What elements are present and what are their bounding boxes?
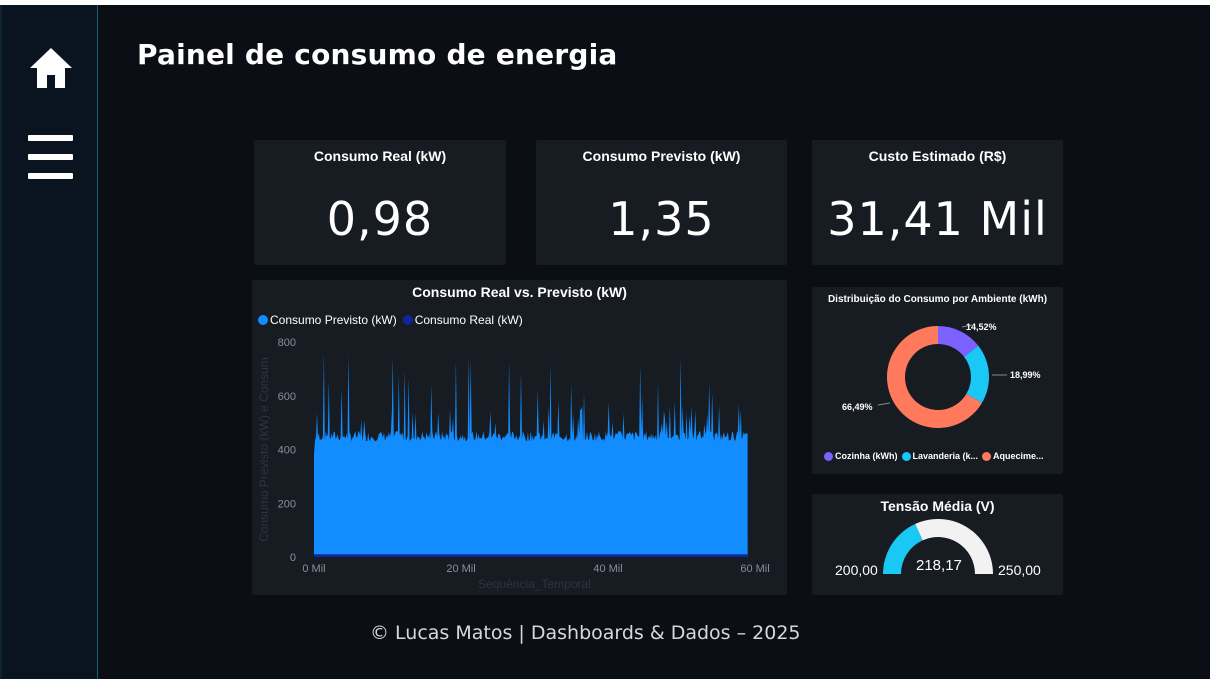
y-tick-label: 0 (290, 552, 296, 564)
legend-dot-aquecimento (982, 451, 992, 461)
slice-label-cozinha: 14,52% (966, 322, 997, 332)
slice-label-lavanderia: 18,99% (1010, 370, 1041, 380)
legend-label: Cozinha (kWh) (835, 451, 898, 461)
kpi-title: Custo Estimado (R$) (868, 148, 1007, 164)
gauge-card[interactable]: Tensão Média (V) 200,00 218,17 250,00 (812, 494, 1063, 595)
legend-item-cozinha[interactable]: Cozinha (kWh) (824, 451, 898, 461)
y-tick-label: 800 (278, 337, 296, 349)
area-chart: 0 200 400 600 800 0 Mil 20 Mil 40 Mil 60 Mil Sequ… (257, 337, 770, 591)
x-tick-label: 0 Mil (302, 563, 325, 575)
y-axis-title: Consumo Previsto (kW) e Consum (257, 357, 271, 542)
sidebar (0, 5, 98, 679)
kpi-card-consumo-real[interactable]: Consumo Real (kW) 0,98 (254, 140, 506, 265)
page-title: Painel de consumo de energia (137, 38, 618, 71)
top-border (0, 0, 1210, 5)
kpi-value: 1,35 (608, 192, 715, 246)
series-consumo-previsto (314, 351, 748, 557)
kpi-card-custo-estimado[interactable]: Custo Estimado (R$) 31,41 Mil (812, 140, 1063, 265)
y-tick-label: 600 (278, 391, 296, 403)
kpi-title: Consumo Previsto (kW) (582, 148, 741, 164)
y-tick-label: 400 (278, 445, 296, 457)
x-tick-label: 20 Mil (446, 563, 475, 575)
gauge-min-label: 200,00 (835, 562, 878, 578)
donut-legend[interactable]: Cozinha (kWh) Lavanderia (k... Aquecime.… (824, 451, 1048, 461)
y-tick-label: 200 (278, 498, 296, 510)
kpi-value: 31,41 Mil (827, 192, 1048, 246)
donut-slice-1 (964, 345, 989, 403)
kpi-card-consumo-previsto[interactable]: Consumo Previsto (kW) 1,35 (536, 140, 787, 265)
legend-dot-cozinha (824, 451, 833, 461)
footer-credit: © Lucas Matos | Dashboards & Dados – 202… (370, 622, 801, 644)
legend-item-aquecimento[interactable]: Aquecime... (982, 451, 1044, 461)
slice-label-aquecimento: 66,49% (842, 402, 873, 412)
x-axis-title: Sequência_Temporal (478, 577, 591, 591)
legend-label: Lavanderia (k... (912, 451, 979, 461)
series-consumo-real (314, 554, 748, 557)
area-chart-card[interactable]: Consumo Real vs. Previsto (kW) Consumo P… (252, 280, 787, 595)
legend-item-lavanderia[interactable]: Lavanderia (k... (901, 451, 979, 461)
leader-line (877, 402, 891, 406)
legend-label: Aquecime... (993, 451, 1044, 461)
donut-chart (877, 324, 1007, 428)
kpi-title: Consumo Real (kW) (313, 148, 447, 164)
donut-chart-card[interactable]: Distribuição do Consumo por Ambiente (kW… (812, 287, 1063, 474)
gauge-value-label: 218,17 (916, 557, 962, 574)
menu-icon[interactable] (28, 135, 74, 185)
gauge-chart (883, 519, 993, 574)
kpi-value: 0,98 (326, 192, 434, 246)
x-tick-label: 60 Mil (740, 563, 769, 575)
gauge-max-label: 250,00 (998, 562, 1041, 578)
x-tick-label: 40 Mil (593, 563, 622, 575)
home-icon[interactable] (28, 45, 74, 91)
legend-dot-lavanderia (901, 451, 911, 461)
